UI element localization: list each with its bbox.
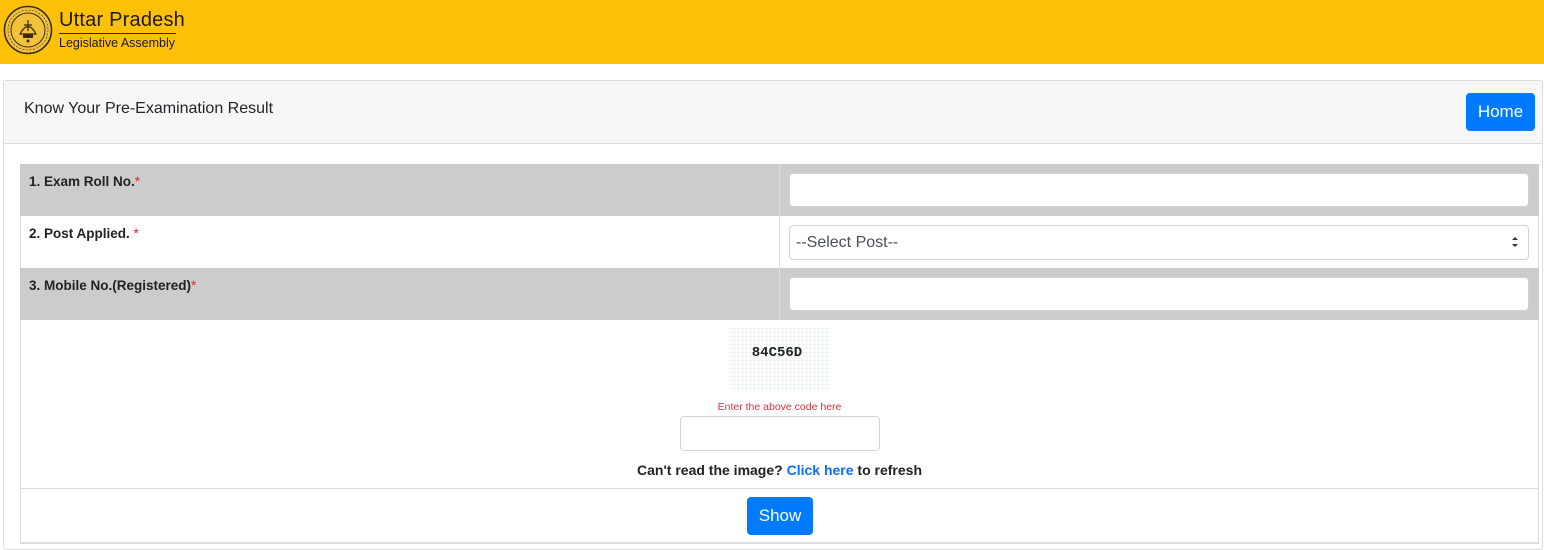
show-button[interactable]: Show [747, 497, 813, 535]
brand-subtitle: Legislative Assembly [59, 36, 176, 50]
mobile-label-cell: 3. Mobile No.(Registered)* [20, 268, 780, 320]
post-select-value: --Select Post-- [796, 233, 899, 251]
home-button[interactable]: Home [1466, 93, 1535, 131]
exam-roll-row: 1. Exam Roll No.* [20, 164, 1539, 216]
brand-divider [59, 33, 176, 34]
page-title: Know Your Pre-Examination Result [24, 100, 274, 117]
select-arrows-icon [1512, 237, 1518, 247]
up-assembly-seal-icon[interactable] [3, 5, 53, 55]
captcha-code: 84C56D [752, 345, 802, 361]
mobile-row: 3. Mobile No.(Registered)* [20, 268, 1539, 320]
card-header: Know Your Pre-Examination Result Home [4, 81, 1542, 144]
post-applied-label: 2. Post Applied. * [29, 226, 139, 241]
exam-roll-input[interactable] [789, 173, 1529, 207]
captcha-hint: Enter the above code here [717, 401, 842, 413]
post-applied-label-cell: 2. Post Applied. * [20, 216, 780, 268]
mobile-input[interactable] [789, 277, 1529, 311]
captcha-refresh-text: Can't read the image? Click here to refr… [637, 462, 922, 478]
exam-roll-label: 1. Exam Roll No.* [29, 174, 141, 189]
captcha-image: 84C56D [730, 328, 830, 390]
post-select[interactable]: --Select Post-- [789, 225, 1529, 260]
captcha-section: 84C56D Enter the above code here Can't r… [20, 320, 1539, 488]
post-applied-row: 2. Post Applied. * --Select Post-- [20, 216, 1539, 268]
required-mark: * [191, 278, 197, 293]
brand-title: Uttar Pradesh [59, 9, 185, 31]
required-mark: * [133, 226, 139, 241]
required-mark: * [134, 174, 141, 189]
site-header: Uttar Pradesh Legislative Assembly [0, 0, 1544, 64]
captcha-input[interactable] [680, 416, 880, 451]
captcha-refresh-link[interactable]: Click here [787, 462, 854, 478]
mobile-label: 3. Mobile No.(Registered)* [29, 278, 197, 293]
submit-section: Show [20, 488, 1539, 544]
exam-roll-label-cell: 1. Exam Roll No.* [20, 164, 780, 216]
